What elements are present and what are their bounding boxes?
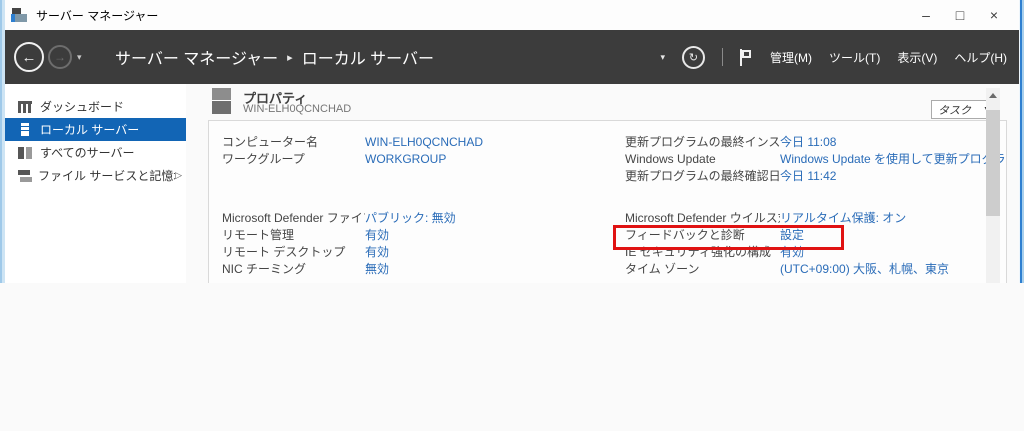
property-group: Microsoft Defender ウイルス対策リアルタイム保護: オンフィー… (625, 210, 1007, 278)
property-row: リモート デスクトップ有効 (222, 244, 617, 261)
sidebar-item[interactable]: ファイル サービスと記憶域サ... ▷ (5, 164, 186, 187)
property-value-link[interactable]: WIN-ELH0QCNCHAD (365, 134, 483, 151)
server-manager-window: サーバー マネージャー –□× ← → ▾ サーバー マネージャー ▸ ローカル… (0, 0, 1024, 283)
property-label: タイム ゾーン (625, 261, 780, 278)
local-server-pane: プロパティ WIN-ELH0QCNCHAD タスク ▼ コンピューター名WIN-… (186, 84, 1019, 283)
minimize-button[interactable]: – (909, 0, 943, 30)
local-server-icon (21, 123, 29, 136)
menubar-item[interactable]: 表示(V) (897, 49, 937, 66)
scroll-up-icon[interactable] (986, 88, 1000, 102)
property-value-link[interactable]: 有効 (365, 244, 389, 261)
server-manager-icon (11, 8, 28, 22)
sidebar: ダッシュボード ローカル サーバー すべてのサーバー ファイル サービスと記憶域… (5, 84, 187, 283)
window-controls: –□× (909, 0, 1011, 30)
nav-toolbar: ▾ ↻ 管理(M) ツール(T) 表示(V) ヘルプ(H) (660, 30, 1007, 84)
back-button[interactable]: ← (14, 42, 44, 72)
window-title: サーバー マネージャー (36, 7, 158, 24)
refresh-button[interactable]: ↻ (682, 46, 705, 69)
forward-button[interactable]: → (48, 45, 72, 69)
property-value-link[interactable]: 設定 (780, 227, 804, 244)
menu-bar: 管理(M) ツール(T) 表示(V) ヘルプ(H) (770, 30, 1007, 84)
close-button[interactable]: × (977, 0, 1011, 30)
navigation-bar: ← → ▾ サーバー マネージャー ▸ ローカル サーバー ▾ ↻ 管理(M) ツ… (5, 30, 1019, 84)
window-border-right (1019, 0, 1024, 283)
expand-arrow-icon: ▷ (175, 170, 182, 181)
content-area: ダッシュボード ローカル サーバー すべてのサーバー ファイル サービスと記憶域… (5, 84, 1019, 283)
dashboard-icon (18, 101, 32, 113)
file-storage-icon (18, 170, 30, 175)
property-label: リモート デスクトップ (222, 244, 365, 261)
property-label: 更新プログラムの最終確認日時 (625, 168, 780, 185)
breadcrumb-current[interactable]: ローカル サーバー (302, 45, 434, 69)
sidebar-item[interactable]: ダッシュボード (5, 95, 186, 118)
property-label: フィードバックと診断 (625, 227, 780, 244)
property-value-link[interactable]: 無効 (365, 261, 389, 278)
property-value-link[interactable]: 有効 (365, 227, 389, 244)
menubar-item[interactable]: ヘルプ(H) (954, 49, 1007, 66)
scrollbar-thumb[interactable] (986, 110, 1000, 216)
property-row: 更新プログラムの最終確認日時今日 11:42 (625, 168, 1007, 185)
property-row: 更新プログラムの最終インストール日時今日 11:08 (625, 134, 1007, 151)
breadcrumb-root[interactable]: サーバー マネージャー (115, 45, 278, 69)
property-row: ワークグループWORKGROUP (222, 151, 617, 168)
property-label: Microsoft Defender ファイアウォール (222, 210, 365, 227)
property-value-link[interactable]: パブリック: 無効 (365, 210, 456, 227)
property-value-link[interactable]: リアルタイム保護: オン (780, 210, 906, 227)
property-row: フィードバックと診断設定 (625, 227, 1007, 244)
sidebar-item-label: ローカル サーバー (40, 121, 182, 138)
property-group: 更新プログラムの最終インストール日時今日 11:08Windows Update… (625, 134, 1007, 185)
properties-column-right: 更新プログラムの最終インストール日時今日 11:08Windows Update… (625, 121, 1007, 283)
property-row: タイム ゾーン(UTC+09:00) 大阪、札幌、東京 (625, 261, 1007, 278)
chevron-down-icon[interactable]: ▾ (660, 52, 665, 63)
property-value-link[interactable]: 有効 (780, 244, 804, 261)
breadcrumb-separator-icon: ▸ (287, 51, 293, 64)
property-row: Microsoft Defender ファイアウォールパブリック: 無効 (222, 210, 617, 227)
nav-history-controls: ← → ▾ (14, 30, 82, 84)
title-bar: サーバー マネージャー –□× (5, 0, 1019, 30)
property-group: コンピューター名WIN-ELH0QCNCHADワークグループWORKGROUP (222, 134, 617, 168)
sidebar-item-label: ダッシュボード (40, 98, 182, 115)
sidebar-item[interactable]: すべてのサーバー (5, 141, 186, 164)
properties-column-left: コンピューター名WIN-ELH0QCNCHADワークグループWORKGROUP M… (222, 121, 617, 283)
properties-server-name: WIN-ELH0QCNCHAD (243, 103, 351, 115)
toolbar-divider (722, 48, 723, 66)
all-servers-icon (18, 147, 24, 159)
vertical-scrollbar[interactable] (986, 88, 1000, 283)
property-row: Windows UpdateWindows Update を使用して更新プログラ… (625, 151, 1007, 168)
property-label: NIC チーミング (222, 261, 365, 278)
sidebar-list: ダッシュボード ローカル サーバー すべてのサーバー ファイル サービスと記憶域… (5, 95, 186, 187)
menubar-item[interactable]: 管理(M) (770, 49, 812, 66)
menubar-item[interactable]: ツール(T) (829, 49, 880, 66)
property-label: Windows Update (625, 151, 780, 168)
property-value-link[interactable]: 今日 11:42 (780, 168, 836, 185)
property-value-link[interactable]: 今日 11:08 (780, 134, 836, 151)
property-label: 更新プログラムの最終インストール日時 (625, 134, 780, 151)
breadcrumb: サーバー マネージャー ▸ ローカル サーバー (115, 30, 434, 84)
sidebar-item-label: ファイル サービスと記憶域サ... (38, 167, 175, 184)
maximize-button[interactable]: □ (943, 0, 977, 30)
property-label: リモート管理 (222, 227, 365, 244)
property-row: リモート管理有効 (222, 227, 617, 244)
property-value-link[interactable]: (UTC+09:00) 大阪、札幌、東京 (780, 261, 949, 278)
window-border-left (0, 0, 5, 283)
properties-panel: コンピューター名WIN-ELH0QCNCHADワークグループWORKGROUP M… (208, 120, 1007, 283)
sidebar-item[interactable]: ローカル サーバー (5, 118, 186, 141)
property-label: ワークグループ (222, 151, 365, 168)
property-label: Microsoft Defender ウイルス対策 (625, 210, 780, 227)
property-value-link[interactable]: WORKGROUP (365, 151, 446, 168)
tasks-label: タスク (938, 102, 971, 118)
history-dropdown-icon[interactable]: ▾ (77, 52, 82, 63)
notifications-flag-icon[interactable] (740, 49, 753, 66)
property-value-link[interactable]: Windows Update を使用して更新プログラムのダウ (780, 151, 1007, 168)
property-label: コンピューター名 (222, 134, 365, 151)
property-group: Microsoft Defender ファイアウォールパブリック: 無効リモート… (222, 210, 617, 278)
sidebar-item-label: すべてのサーバー (40, 144, 182, 161)
property-row: コンピューター名WIN-ELH0QCNCHAD (222, 134, 617, 151)
property-row: Microsoft Defender ウイルス対策リアルタイム保護: オン (625, 210, 1007, 227)
property-row: IE セキュリティ強化の構成有効 (625, 244, 1007, 261)
property-label: IE セキュリティ強化の構成 (625, 244, 780, 261)
property-row: NIC チーミング無効 (222, 261, 617, 278)
server-properties-icon (212, 88, 231, 114)
